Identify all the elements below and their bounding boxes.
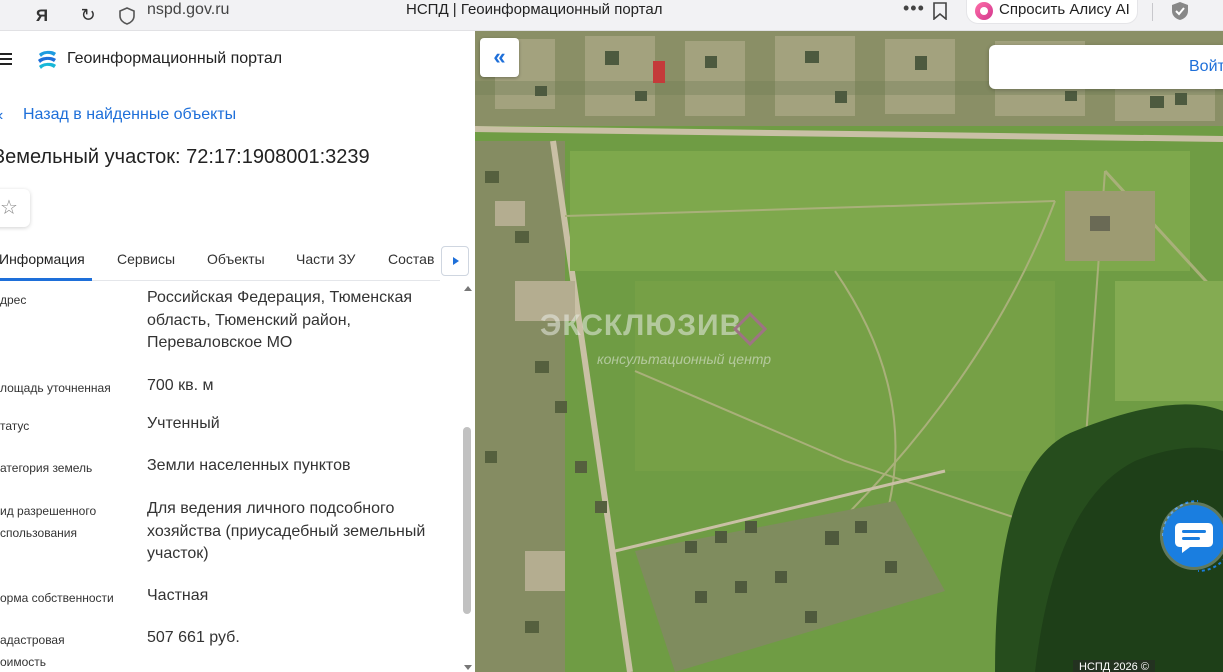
property-label-land-category: атегория земель [0, 461, 93, 475]
yandex-icon[interactable]: Я [30, 0, 54, 31]
scroll-down-arrow-icon[interactable] [464, 665, 472, 670]
property-label-status: татус [0, 419, 30, 433]
property-label-permitted-use: ид разрешенного спользования [0, 504, 97, 540]
satellite-map[interactable]: « Войт ЭКСКЛЮЗИВ консультационный центр … [475, 31, 1223, 672]
tab-parcel-parts[interactable]: Части ЗУ [296, 251, 355, 267]
favorite-button[interactable]: ☆ [0, 189, 30, 227]
double-chevron-left-icon: « [493, 44, 506, 69]
login-label: Войт [1189, 58, 1223, 75]
properties-list: дрес Российская Федерация, Тюменская обл… [0, 283, 460, 672]
nspd-logo-icon [38, 50, 56, 69]
menu-icon[interactable] [0, 53, 12, 65]
property-value-status: Учтенный [147, 415, 220, 432]
tabs-scroll-right-button[interactable] [441, 246, 469, 276]
chevron-left-icon: ‹ [0, 107, 3, 125]
tab-information[interactable]: Информация [0, 251, 85, 267]
page-title: Земельный участок: 72:17:1908001:3239 [0, 146, 370, 168]
portal-title: Геоинформационный портал [67, 50, 283, 67]
browser-tab-title: НСПД | Геоинформационный портал [406, 1, 663, 18]
protect-shield-icon[interactable] [1170, 1, 1190, 21]
alisa-icon [975, 2, 993, 20]
parcel-marker-icon [733, 312, 767, 346]
property-value-cadastral-value: 507 661 руб. [147, 629, 240, 646]
property-value-ownership: Частная [147, 587, 209, 604]
property-value-area: 700 кв. м [147, 377, 214, 394]
watermark-title: ЭКСКЛЮЗИВ [540, 309, 743, 342]
property-value-land-category: Земли населенных пунктов [147, 457, 351, 474]
map-copyright: НСПД 2026 © [1073, 660, 1155, 672]
toolbar-divider [1152, 3, 1153, 21]
property-value-permitted-use: Для ведения личного подсобного хозяйства… [147, 500, 426, 562]
ask-alisa-button[interactable]: Спросить Алису AI [966, 0, 1138, 24]
property-label-address: дрес [0, 293, 27, 307]
site-info-icon[interactable] [118, 7, 136, 25]
properties-scrollbar[interactable] [462, 283, 472, 672]
back-link-label: Назад в найденные объекты [23, 106, 237, 123]
active-tab-indicator [0, 278, 92, 281]
more-menu-icon[interactable]: ••• [903, 0, 925, 19]
support-chat-button[interactable] [1163, 505, 1223, 567]
tab-objects[interactable]: Объекты [207, 251, 265, 267]
agency-watermark: ЭКСКЛЮЗИВ консультационный центр [535, 309, 815, 389]
star-icon: ☆ [0, 197, 18, 219]
login-button[interactable]: Войт [989, 45, 1223, 89]
property-value-address: Российская Федерация, Тюменская область,… [147, 289, 413, 351]
tab-composition[interactable]: Состав [388, 251, 434, 267]
tab-services[interactable]: Сервисы [117, 251, 175, 267]
info-tabs: Информация Сервисы Объекты Части ЗУ Сост… [0, 241, 440, 281]
property-label-area: лощадь уточненная [0, 381, 111, 395]
property-label-ownership: орма собственности [0, 591, 114, 605]
reload-icon[interactable]: ↻ [76, 0, 100, 31]
scrollbar-thumb[interactable] [463, 427, 471, 614]
chat-bubble-icon [1175, 523, 1213, 553]
address-bar[interactable]: nspd.gov.ru [147, 0, 229, 31]
scroll-up-arrow-icon[interactable] [464, 286, 472, 291]
browser-toolbar: Я ↻ nspd.gov.ru НСПД | Геоинформационный… [0, 0, 1223, 31]
watermark-subtitle: консультационный центр [597, 351, 772, 367]
property-label-cadastral-value: адастровая оимость [0, 633, 65, 669]
ask-alisa-label: Спросить Алису AI [999, 1, 1130, 18]
collapse-panel-button[interactable]: « [480, 38, 519, 77]
bookmark-icon[interactable] [932, 2, 948, 20]
object-info-panel: Геоинформационный портал ‹ Назад в найде… [0, 31, 475, 672]
